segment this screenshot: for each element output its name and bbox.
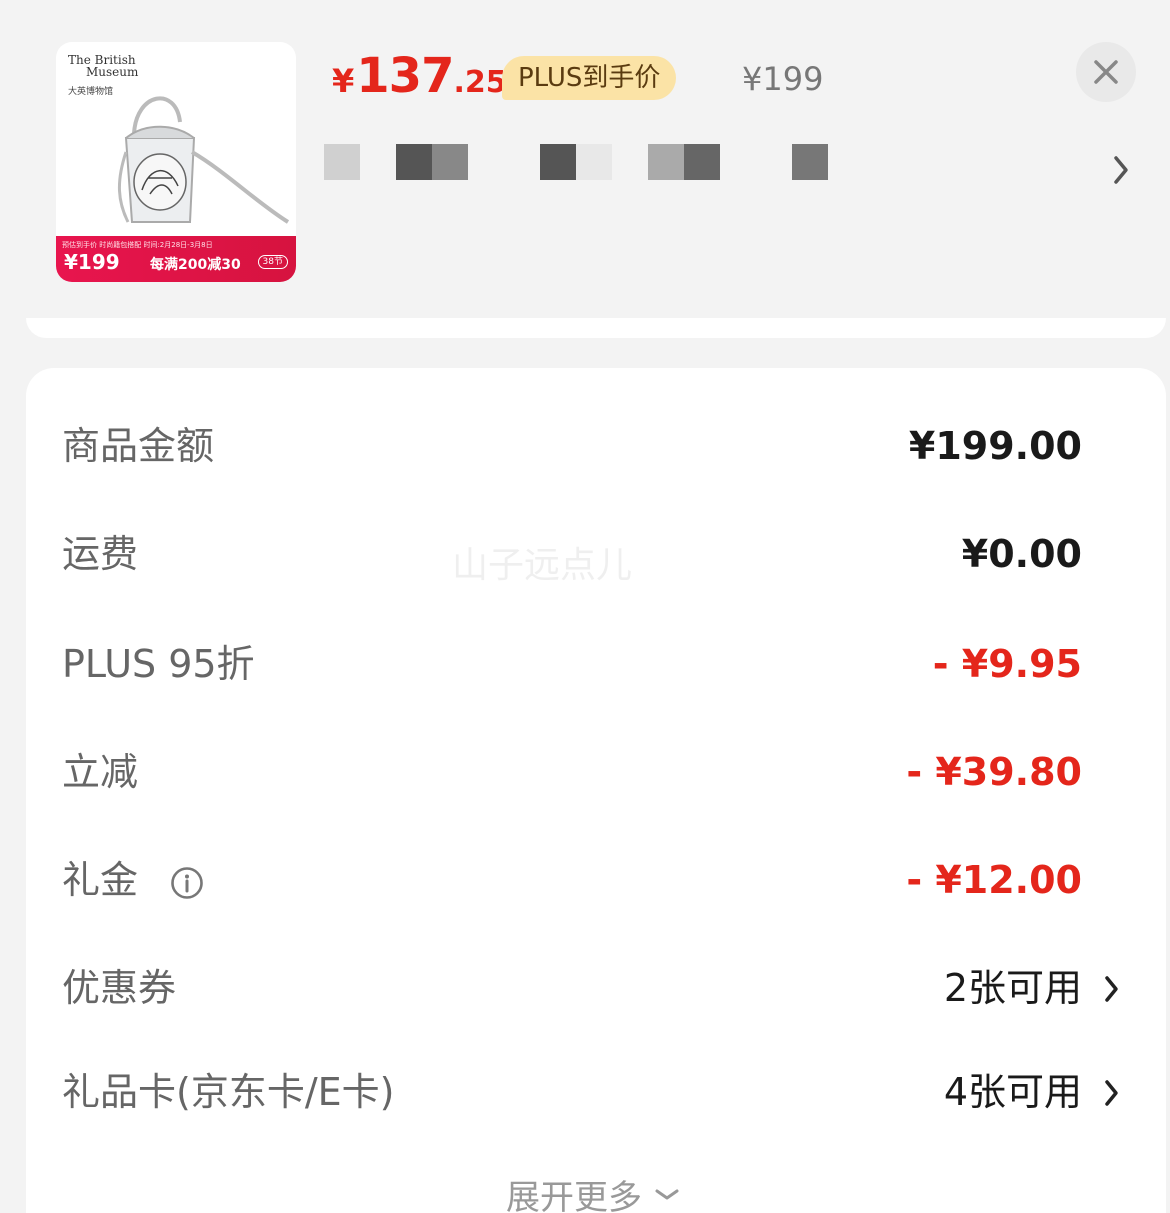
row-label: PLUS 95折 bbox=[62, 642, 255, 686]
promo-banner-price: ¥199 bbox=[64, 250, 120, 274]
row-value: - ¥39.80 bbox=[906, 750, 1082, 794]
coupon-count[interactable]: 2张可用 bbox=[944, 958, 1082, 1018]
product-thumbnail[interactable]: The British Museum 大英博物馆 预估到手价 时尚籍包搭配 时间… bbox=[56, 42, 296, 282]
variant-swatch[interactable] bbox=[684, 144, 720, 180]
gift-card-count[interactable]: 4张可用 bbox=[944, 1062, 1082, 1122]
price-decimal: .25 bbox=[453, 65, 507, 100]
chevron-right-icon[interactable] bbox=[1108, 150, 1134, 190]
expand-more-button[interactable]: 展开更多 bbox=[506, 1170, 680, 1213]
plus-price: ¥ 137 .25 bbox=[332, 48, 507, 104]
row-label: 立减 bbox=[62, 750, 139, 794]
row-label: 优惠券 bbox=[62, 966, 177, 1010]
variant-swatch[interactable] bbox=[324, 144, 360, 180]
row-shipping: 运费 ¥0.00 bbox=[62, 524, 1122, 584]
row-value: ¥199.00 bbox=[908, 424, 1082, 468]
variant-swatch[interactable] bbox=[576, 144, 612, 180]
variant-swatch[interactable] bbox=[432, 144, 468, 180]
row-value: - ¥12.00 bbox=[906, 858, 1082, 902]
row-label: 运费 bbox=[62, 532, 139, 576]
promo-banner: 预估到手价 时尚籍包搭配 时间:2月28日-3月8日 ¥199 每满200减30… bbox=[56, 236, 296, 282]
close-icon bbox=[1094, 60, 1118, 84]
promo-banner-offer: 每满200减30 bbox=[150, 257, 241, 273]
plus-price-badge: PLUS到手价 bbox=[502, 56, 677, 100]
row-goods-amount: 商品金额 ¥199.00 bbox=[62, 416, 1122, 476]
row-gift-cash: 礼金 - ¥12.00 bbox=[62, 850, 1122, 910]
bucket-bag-image bbox=[117, 96, 290, 224]
row-value: - ¥9.95 bbox=[932, 642, 1082, 686]
promo-banner-tag: 38节 bbox=[257, 255, 288, 269]
chevron-right-icon[interactable] bbox=[1102, 1076, 1122, 1110]
variant-swatch[interactable] bbox=[540, 144, 576, 180]
brand-logo-line2: Museum bbox=[86, 65, 139, 79]
original-price: ¥199 bbox=[742, 60, 824, 98]
price-currency: ¥ bbox=[332, 62, 355, 100]
previous-card-edge bbox=[26, 318, 1166, 338]
chevron-right-icon[interactable] bbox=[1102, 972, 1122, 1006]
row-label: 礼品卡(京东卡/E卡) bbox=[62, 1070, 395, 1114]
row-label: 商品金额 bbox=[62, 424, 215, 468]
row-coupon[interactable]: 优惠券 2张可用 bbox=[62, 958, 1122, 1018]
price-detail-card: 商品金额 ¥199.00 运费 ¥0.00 PLUS 95折 - ¥9.95 立… bbox=[26, 368, 1166, 1213]
row-value: ¥0.00 bbox=[961, 532, 1082, 576]
variant-selector[interactable] bbox=[288, 128, 1088, 218]
variant-swatch[interactable] bbox=[792, 144, 828, 180]
variant-swatch[interactable] bbox=[648, 144, 684, 180]
promo-banner-caption: 预估到手价 时尚籍包搭配 时间:2月28日-3月8日 bbox=[62, 241, 213, 249]
price-integer: 137 bbox=[356, 48, 454, 104]
row-plus-discount: PLUS 95折 - ¥9.95 bbox=[62, 634, 1122, 694]
row-gift-card[interactable]: 礼品卡(京东卡/E卡) 4张可用 bbox=[62, 1062, 1122, 1122]
row-instant-discount: 立减 - ¥39.80 bbox=[62, 742, 1122, 802]
info-icon[interactable] bbox=[170, 866, 204, 900]
chevron-down-icon bbox=[655, 1189, 679, 1199]
variant-swatch[interactable] bbox=[396, 144, 432, 180]
row-label: 礼金 bbox=[62, 858, 139, 902]
expand-more-label: 展开更多 bbox=[506, 1178, 642, 1213]
close-button[interactable] bbox=[1076, 42, 1136, 102]
